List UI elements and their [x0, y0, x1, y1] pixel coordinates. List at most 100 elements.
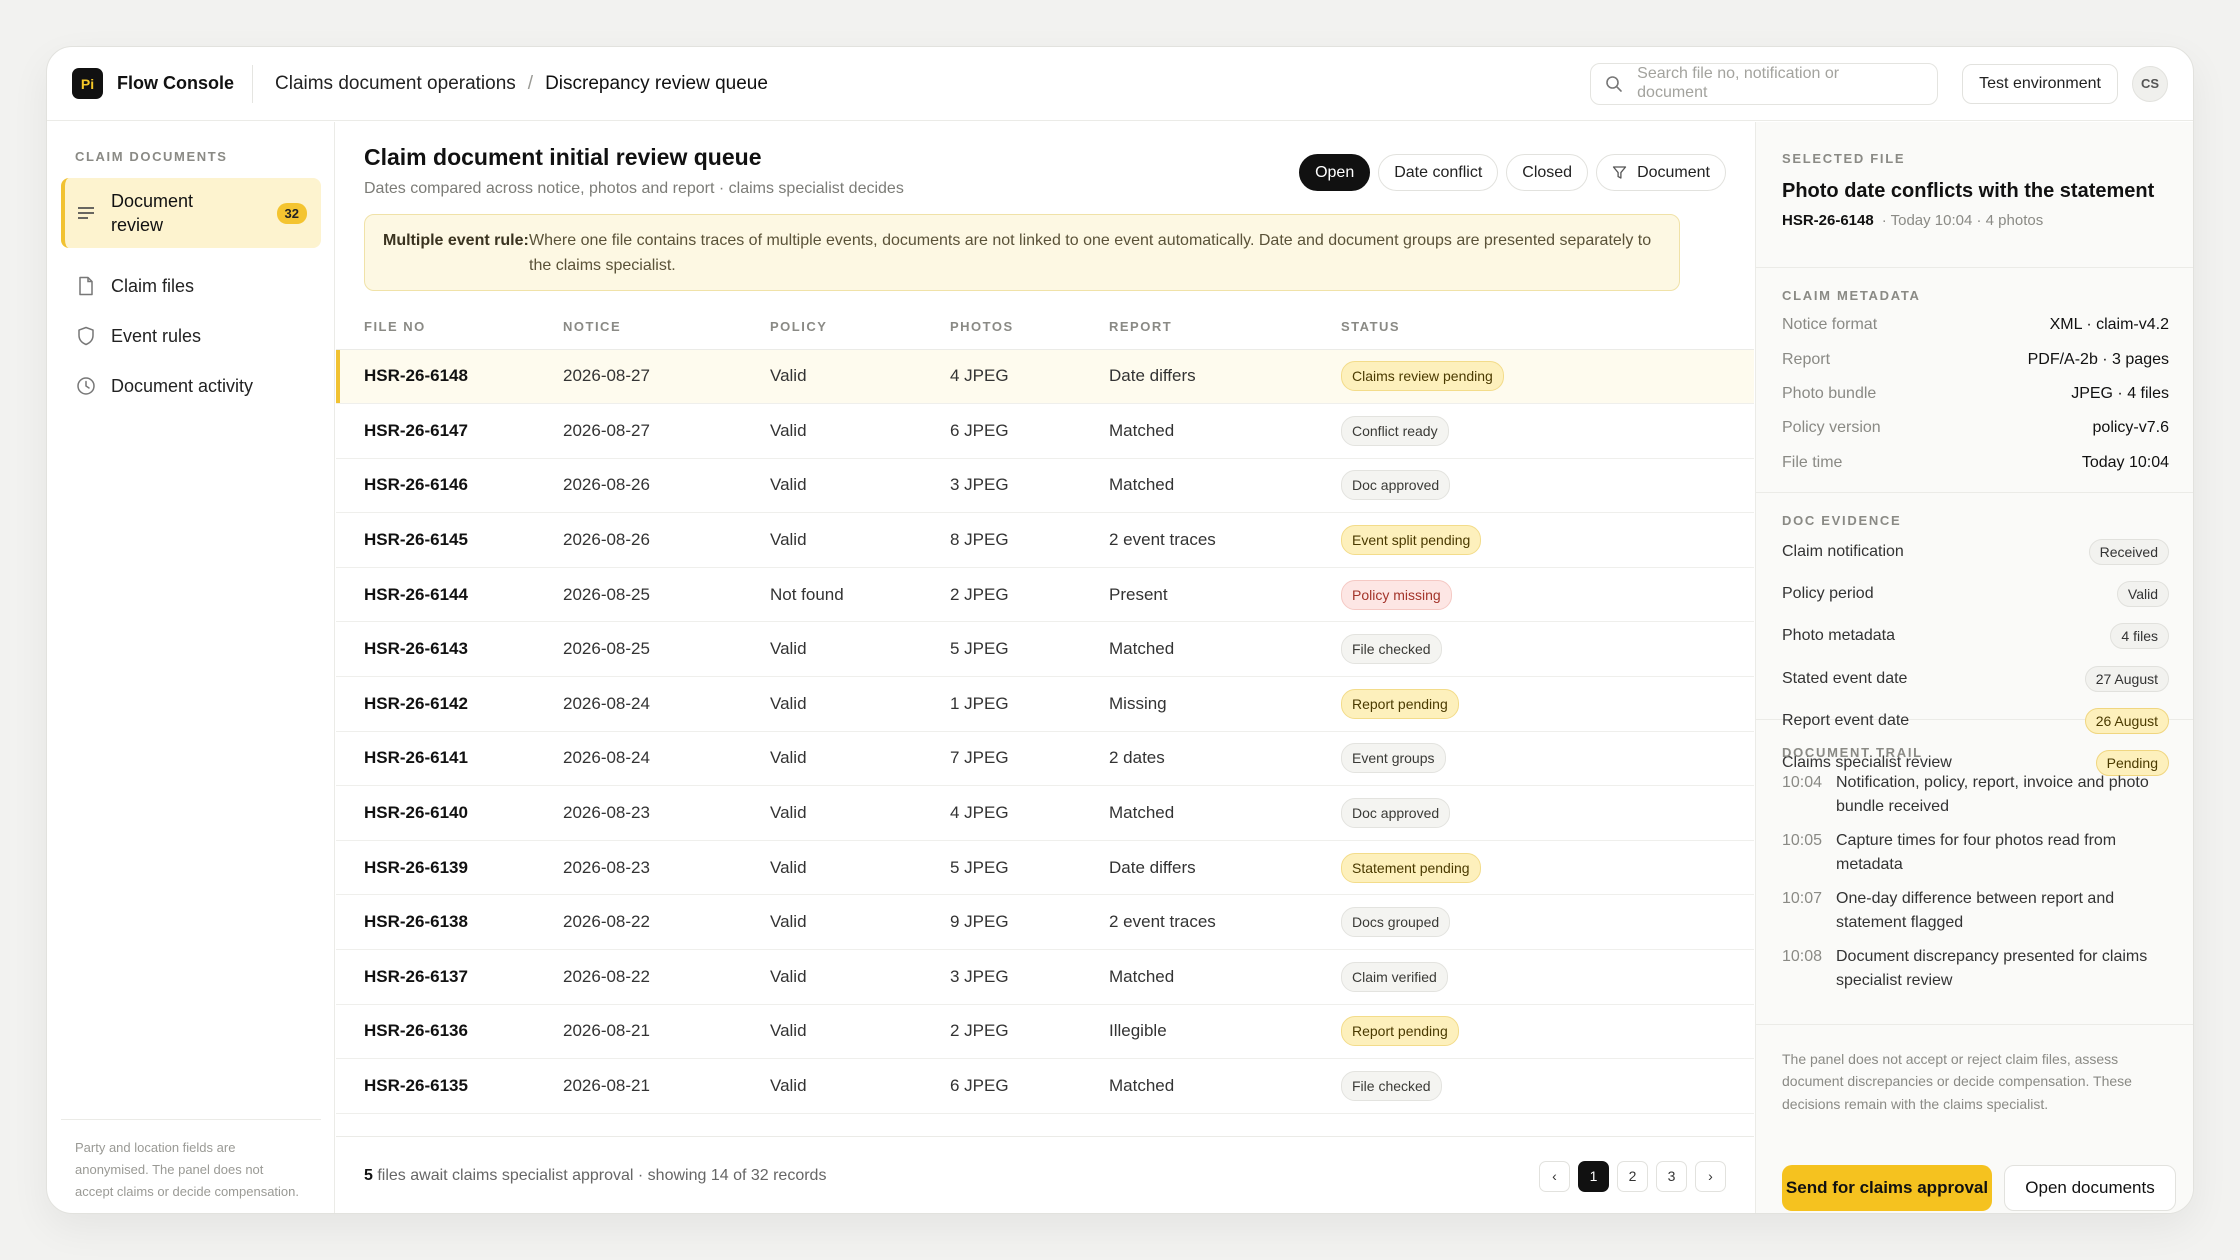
cell-file-no: HSR-26-6139	[336, 840, 563, 896]
sidebar-item-event-rules[interactable]: Event rules	[61, 314, 321, 358]
col-photos[interactable]: PHOTOS	[950, 305, 1109, 350]
metadata-key: Report	[1782, 350, 1831, 368]
search-input[interactable]: Search file no, notification or document	[1637, 65, 1877, 102]
test-environment-button[interactable]: Test environment	[1962, 63, 2118, 104]
sidebar-item-document-activity[interactable]: Document activity	[61, 364, 321, 408]
brand[interactable]: Pi Flow Console	[47, 47, 252, 120]
sidebar-item-document-review[interactable]: Document review 32	[61, 178, 321, 248]
sidebar-item-claim-files[interactable]: Claim files	[61, 264, 321, 308]
col-file-no[interactable]: FILE NO	[336, 305, 563, 350]
page-2-button[interactable]: 2	[1617, 1160, 1648, 1192]
metadata-value: JPEG · 4 files	[2071, 384, 2169, 402]
cell-notice: 2026-08-26	[563, 512, 770, 568]
cell-notice: 2026-08-22	[563, 949, 770, 1005]
status-badge: Doc approved	[1341, 470, 1451, 501]
cell-policy: Valid	[770, 458, 950, 514]
cell-policy: Not found	[770, 567, 950, 623]
divider	[61, 1119, 321, 1120]
table-row[interactable]: HSR-26-6148 2026-08-27 Valid 4 JPEG Date dif…	[336, 349, 1754, 405]
search-box[interactable]: Search file no, notification or document	[1590, 62, 1939, 105]
filter-closed[interactable]: Closed	[1506, 154, 1589, 191]
next-page-button[interactable]: ›	[1695, 1160, 1726, 1192]
app-window: Pi Flow Console Claims document operatio…	[46, 46, 2194, 1214]
cell-report: Illegible	[1109, 1004, 1341, 1060]
trail-item: 10:08 Document discrepancy presented for …	[1782, 945, 2169, 993]
table-row[interactable]: HSR-26-6143 2026-08-25 Valid 5 JPEG Matched F…	[336, 621, 1754, 678]
col-report[interactable]: REPORT	[1109, 305, 1341, 350]
cell-photos: 5 JPEG	[950, 621, 1109, 678]
cell-file-no: HSR-26-6146	[336, 458, 563, 514]
cell-report: Matched	[1109, 458, 1341, 514]
send-for-approval-button[interactable]: Send for claims approval	[1782, 1165, 1992, 1211]
table-row[interactable]: HSR-26-6136 2026-08-21 Valid 2 JPEG Illegibl…	[336, 1004, 1754, 1060]
filter-date-conflict[interactable]: Date conflict	[1378, 154, 1499, 191]
cell-notice: 2026-08-25	[563, 621, 770, 678]
selected-file-meta: HSR-26-6148 · Today 10:04 · 4 photos	[1782, 212, 2169, 229]
cell-photos: 8 JPEG	[950, 512, 1109, 568]
metadata-row: Policy version policy-v7.6	[1782, 411, 2169, 445]
cell-file-no: HSR-26-6141	[336, 731, 563, 787]
cell-notice: 2026-08-23	[563, 840, 770, 896]
evidence-key: Claim notification	[1782, 543, 1904, 561]
cell-status: Claims review pending	[1341, 349, 1754, 405]
cell-file-no: HSR-26-6142	[336, 676, 563, 732]
table-row[interactable]: HSR-26-6144 2026-08-25 Not found 2 JPEG Pres…	[336, 567, 1754, 623]
col-status[interactable]: STATUS	[1341, 305, 1754, 350]
table-row[interactable]: HSR-26-6139 2026-08-23 Valid 5 JPEG Date dif…	[336, 840, 1754, 896]
cell-notice: 2026-08-26	[563, 458, 770, 514]
table-row[interactable]: HSR-26-6137 2026-08-22 Valid 3 JPEG Matched C…	[336, 949, 1754, 1005]
breadcrumb-parent[interactable]: Claims document operations	[275, 73, 516, 95]
table-row[interactable]: HSR-26-6135 2026-08-21 Valid 6 JPEG Matched F…	[336, 1058, 1754, 1114]
rule-callout: Multiple event rule: Where one file cont…	[364, 214, 1680, 291]
evidence-row: Photo metadata 4 files	[1782, 615, 2169, 657]
evidence-status-badge: 4 files	[2110, 623, 2169, 650]
cell-policy: Valid	[770, 349, 950, 405]
cell-file-no: HSR-26-6138	[336, 894, 563, 951]
metadata-row: Report PDF/A-2b · 3 pages	[1782, 342, 2169, 376]
metadata-value: Today 10:04	[2081, 453, 2169, 471]
cell-photos: 6 JPEG	[950, 403, 1109, 459]
cell-file-no: HSR-26-6144	[336, 567, 563, 623]
cell-notice: 2026-08-27	[563, 349, 770, 405]
table-row[interactable]: HSR-26-6142 2026-08-24 Valid 1 JPEG Missing R…	[336, 676, 1754, 732]
section-title: DOC EVIDENCE	[1782, 513, 1902, 528]
table-row[interactable]: HSR-26-6141 2026-08-24 Valid 7 JPEG 2 dates E…	[336, 731, 1754, 787]
prev-page-button[interactable]: ‹	[1539, 1160, 1570, 1192]
metadata-key: Notice format	[1782, 316, 1878, 334]
table-row[interactable]: HSR-26-6140 2026-08-23 Valid 4 JPEG Matched D…	[336, 785, 1754, 841]
trail-time: 10:04	[1782, 774, 1823, 791]
evidence-key: Policy period	[1782, 585, 1874, 603]
status-badge: Policy missing	[1341, 579, 1452, 610]
table-row[interactable]: HSR-26-6146 2026-08-26 Valid 3 JPEG Matched D…	[336, 458, 1754, 514]
cell-photos: 3 JPEG	[950, 458, 1109, 514]
cell-status: Report pending	[1341, 1004, 1754, 1060]
col-policy[interactable]: POLICY	[770, 305, 950, 350]
status-badge: Report pending	[1341, 1016, 1459, 1047]
file-icon	[75, 275, 97, 297]
col-notice[interactable]: NOTICE	[563, 305, 770, 350]
metadata-key: Photo bundle	[1782, 384, 1877, 402]
table-row[interactable]: HSR-26-6147 2026-08-27 Valid 6 JPEG Matched C…	[336, 403, 1754, 459]
avatar[interactable]: CS	[2132, 65, 2168, 102]
cell-notice: 2026-08-27	[563, 403, 770, 459]
cell-report: Date differs	[1109, 349, 1341, 405]
filter-document[interactable]: Document	[1596, 154, 1726, 191]
table-row[interactable]: HSR-26-6145 2026-08-26 Valid 8 JPEG 2 event …	[336, 512, 1754, 568]
page-3-button[interactable]: 3	[1656, 1160, 1687, 1192]
table-header: FILE NO NOTICE POLICY PHOTOS REPORT STAT…	[336, 305, 1754, 350]
metadata-value: XML · claim-v4.2	[2049, 316, 2169, 334]
search-icon	[1606, 75, 1622, 92]
trail-description: One-day difference between report and st…	[1836, 890, 2115, 931]
cell-notice: 2026-08-23	[563, 785, 770, 841]
cell-photos: 4 JPEG	[950, 785, 1109, 841]
page-1-button[interactable]: 1	[1578, 1160, 1609, 1192]
filter-open[interactable]: Open	[1299, 154, 1371, 191]
breadcrumb-separator: /	[527, 72, 534, 94]
main-content: Claim document initial review queue Date…	[336, 122, 1754, 1213]
open-documents-button[interactable]: Open documents	[2004, 1165, 2176, 1211]
cell-report: Date differs	[1109, 840, 1341, 896]
panel-disclaimer: The panel does not accept or reject clai…	[1782, 1051, 2132, 1112]
table-row[interactable]: HSR-26-6138 2026-08-22 Valid 9 JPEG 2 event …	[336, 894, 1754, 951]
status-badge: Docs grouped	[1341, 907, 1451, 938]
cell-policy: Valid	[770, 1004, 950, 1060]
